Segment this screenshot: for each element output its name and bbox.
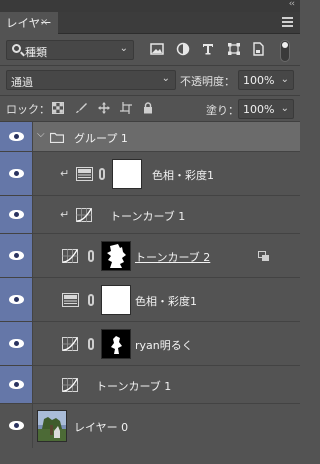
chevron-down-icon: ⌄ [280,103,289,114]
shape-filter-icon[interactable] [227,42,241,56]
divider [0,95,300,96]
chevron-down-icon: ⌄ [119,43,128,54]
tab-layers[interactable]: レイヤー × [0,12,58,34]
curves-adjustment-icon [62,337,78,351]
blend-mode-select[interactable]: 通過 ⌄ [6,70,176,90]
eye-icon [9,132,24,141]
layer-row-curves[interactable]: トーンカーブ 1 [0,366,300,404]
smartobject-filter-icon[interactable] [251,42,265,56]
layer-row-hue-saturation[interactable]: 色相・彩度1 [0,278,300,322]
layer-row-pixel[interactable]: レイヤー 0 [0,404,300,448]
blend-mode-value: 通過 [11,76,33,89]
smart-filter-icon[interactable] [258,251,270,262]
hue-saturation-adjustment-icon [76,167,93,181]
eye-icon [9,169,24,178]
eye-icon [9,295,24,304]
filter-toggle-switch[interactable] [280,40,290,62]
link-icon[interactable] [88,294,94,306]
layer-row-curves-ryan[interactable]: ryan明るく [0,322,300,366]
layer-name: 色相・彩度1 [152,169,214,182]
panel-menu-icon[interactable] [282,17,293,29]
layer-thumbnail[interactable] [37,410,67,442]
kind-filter-value: 種類 [25,46,47,59]
eye-icon [9,210,24,219]
visibility-toggle[interactable] [0,404,33,448]
collapse-panel-button[interactable]: ‹‹ [289,0,295,9]
layer-row-hue-saturation[interactable]: ↵ 色相・彩度1 [0,152,300,196]
lock-label: ロック： [6,103,50,116]
layer-name: トーンカーブ 1 [110,210,186,223]
layer-name: 色相・彩度1 [135,295,197,308]
eye-icon [9,251,24,260]
lock-image-pixels-icon[interactable] [75,102,87,114]
visibility-toggle[interactable] [0,366,33,403]
opacity-value: 100% [243,74,275,87]
image-filter-icon[interactable] [150,42,164,56]
lock-all-icon[interactable] [142,102,154,114]
layer-name: トーンカーブ 1 [96,380,172,393]
chevron-down-icon: ⌄ [280,74,289,85]
panel-tab-bar: レイヤー × [0,12,300,34]
layer-row-curves-2[interactable]: トーンカーブ 2 [0,234,300,278]
visibility-toggle[interactable] [0,234,33,277]
eye-icon [9,339,24,348]
layer-name: グループ 1 [74,132,128,145]
link-icon[interactable] [88,338,94,350]
adjustment-filter-icon[interactable] [176,42,190,56]
clipping-mask-icon: ↵ [60,167,70,180]
link-icon[interactable] [99,168,105,180]
layer-name: レイヤー 0 [74,421,129,434]
type-filter-icon[interactable] [201,42,215,56]
layer-kind-filter-select[interactable]: 種類 ⌄ [6,40,134,60]
visibility-toggle[interactable] [0,278,33,321]
layer-row-group[interactable]: ⌵ グループ 1 [0,122,300,152]
tab-close-icon[interactable]: × [40,12,48,34]
hue-saturation-adjustment-icon [62,293,79,307]
layer-name: トーンカーブ 2 [135,251,211,264]
clipping-mask-icon: ↵ [60,208,70,221]
visibility-toggle[interactable] [0,196,33,233]
layer-mask-thumbnail[interactable] [112,159,142,189]
layer-mask-thumbnail[interactable] [101,329,131,359]
link-icon[interactable] [88,250,94,262]
chevron-down-icon[interactable]: ⌵ [37,129,45,140]
opacity-label: 不透明度： [180,75,235,88]
fill-label: 塗り： [206,104,239,117]
divider [0,65,300,66]
fill-value: 100% [243,103,275,116]
layer-row-curves[interactable]: ↵ トーンカーブ 1 [0,196,300,234]
layer-mask-thumbnail[interactable] [101,241,131,271]
fill-input[interactable]: 100% ⌄ [238,99,294,119]
chevron-down-icon: ⌄ [161,73,170,84]
visibility-toggle[interactable] [0,322,33,365]
folder-icon [50,132,64,143]
lock-transparent-pixels-icon[interactable] [52,102,64,114]
curves-adjustment-icon [62,378,78,392]
lock-artboard-icon[interactable] [120,102,132,114]
eye-icon [9,380,24,389]
panel-top-strip: ‹‹ [0,0,300,12]
layers-list: ⌵ グループ 1 ↵ 色相・彩度1 ↵ トーンカーブ 1 トーンカーブ 2 色相 [0,122,300,464]
visibility-toggle[interactable] [0,122,33,151]
eye-icon [9,421,24,430]
layer-name: ryan明るく [135,339,193,352]
curves-adjustment-icon [76,208,92,222]
opacity-input[interactable]: 100% ⌄ [238,70,294,90]
lock-position-icon[interactable] [98,102,110,114]
curves-adjustment-icon [62,249,78,263]
search-icon [12,44,21,53]
layer-mask-thumbnail[interactable] [101,285,131,315]
visibility-toggle[interactable] [0,152,33,195]
